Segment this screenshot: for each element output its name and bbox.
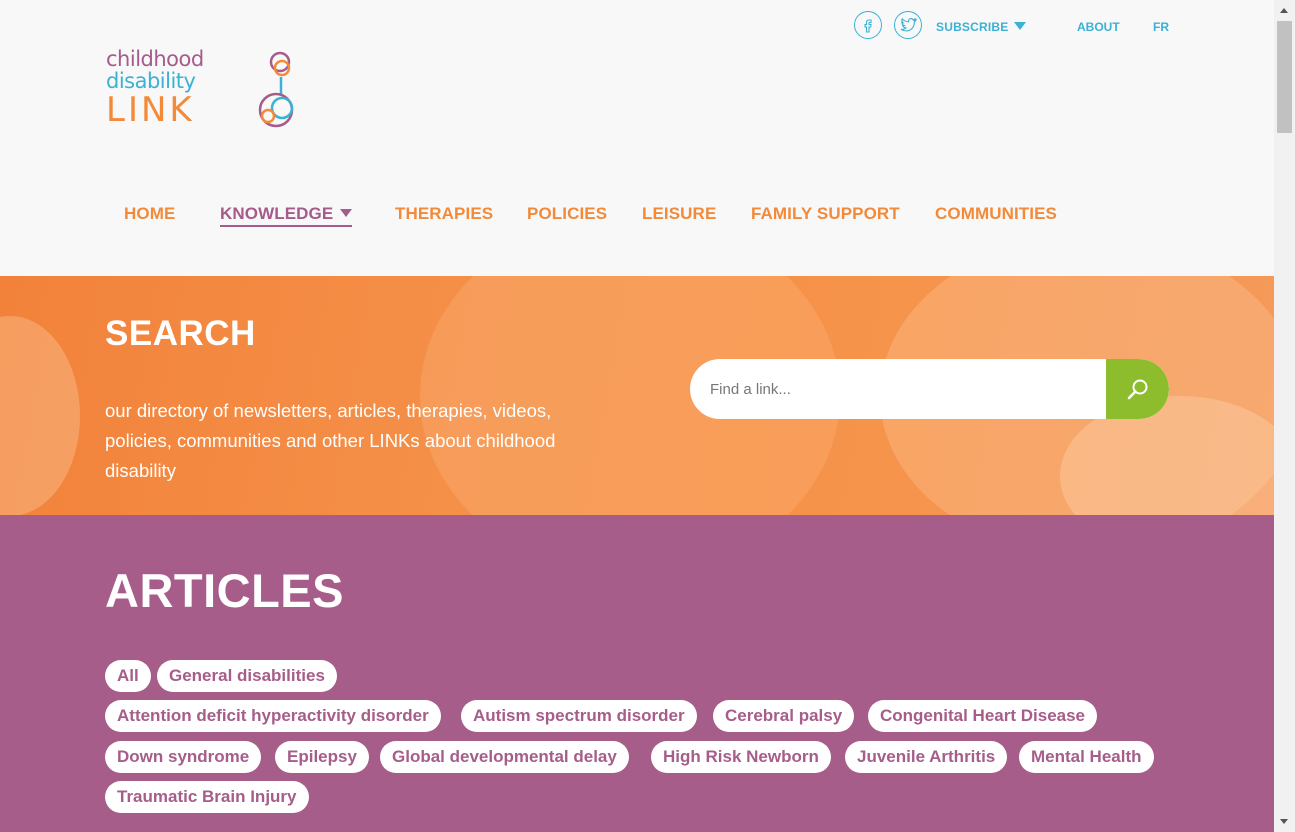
filter-tag-down-syndrome[interactable]: Down syndrome [105, 741, 262, 773]
filter-tag-congenital-heart-disease[interactable]: Congenital Heart Disease [868, 700, 1098, 732]
scrollbar-thumb[interactable] [1277, 21, 1292, 133]
search-icon [1127, 379, 1148, 400]
logo-figure-icon [258, 51, 294, 128]
nav-item-leisure[interactable]: LEISURE [642, 204, 716, 224]
filter-tag-cerebral-palsy[interactable]: Cerebral palsy [713, 700, 855, 732]
nav-item-communities[interactable]: COMMUNITIES [935, 204, 1057, 224]
nav-item-knowledge-label: KNOWLEDGE [220, 204, 334, 223]
nav-item-knowledge[interactable]: KNOWLEDGE [220, 204, 353, 227]
site-header: childhood disability LINK SUBSCRIBE ABOU… [0, 0, 1274, 276]
site-logo[interactable]: childhood disability LINK [104, 48, 304, 132]
chevron-down-icon [1014, 22, 1027, 30]
scroll-up-arrow-icon[interactable] [1280, 8, 1288, 13]
filter-tag-all[interactable]: All [105, 660, 151, 692]
chevron-down-icon [340, 209, 353, 217]
logo-line-childhood: childhood [106, 47, 204, 71]
nav-item-therapies[interactable]: THERAPIES [395, 204, 493, 224]
logo-line-disability: disability [106, 69, 196, 93]
subscribe-dropdown[interactable]: SUBSCRIBE [936, 20, 1027, 34]
search-description: our directory of newsletters, articles, … [105, 400, 556, 481]
nav-item-policies[interactable]: POLICIES [527, 204, 607, 224]
filter-tag-high-risk-newborn[interactable]: High Risk Newborn [651, 741, 831, 773]
banner-photo-shape [0, 316, 80, 515]
search-banner: SEARCH our directory of newsletters, art… [0, 276, 1274, 515]
page: childhood disability LINK SUBSCRIBE ABOU… [0, 0, 1274, 832]
language-toggle[interactable]: FR [1153, 20, 1169, 34]
logo-wordmark: childhood disability LINK [106, 48, 204, 128]
facebook-icon[interactable] [854, 11, 882, 39]
search-heading: SEARCH [105, 314, 256, 353]
main-nav: HOME KNOWLEDGE THERAPIES POLICIES LEISUR… [0, 204, 1274, 234]
search-input[interactable] [710, 359, 1100, 419]
twitter-icon[interactable] [894, 11, 922, 39]
filter-tag-global-developmental-delay[interactable]: Global developmental delay [380, 741, 629, 773]
articles-section: ARTICLES All General disabilities Attent… [0, 515, 1274, 832]
filter-tag-epilepsy[interactable]: Epilepsy [275, 741, 369, 773]
filter-tag-traumatic-brain-injury[interactable]: Traumatic Brain Injury [105, 781, 309, 813]
filter-tag-general-disabilities[interactable]: General disabilities [157, 660, 337, 692]
nav-item-home[interactable]: HOME [124, 204, 175, 224]
subscribe-label: SUBSCRIBE [936, 20, 1009, 34]
filter-tag-mental-health[interactable]: Mental Health [1019, 741, 1154, 773]
filter-tag-autism[interactable]: Autism spectrum disorder [461, 700, 697, 732]
filter-tag-juvenile-arthritis[interactable]: Juvenile Arthritis [845, 741, 1008, 773]
filter-tag-adhd[interactable]: Attention deficit hyperactivity disorder [105, 700, 441, 732]
scroll-down-arrow-icon[interactable] [1280, 819, 1288, 824]
logo-line-link: LINK [106, 90, 195, 130]
search-button[interactable] [1106, 359, 1169, 419]
scrollbar[interactable] [1274, 0, 1295, 832]
about-link[interactable]: ABOUT [1077, 20, 1120, 34]
search-form [690, 359, 1169, 419]
nav-item-family-support[interactable]: FAMILY SUPPORT [751, 204, 900, 224]
articles-heading: ARTICLES [105, 564, 344, 617]
